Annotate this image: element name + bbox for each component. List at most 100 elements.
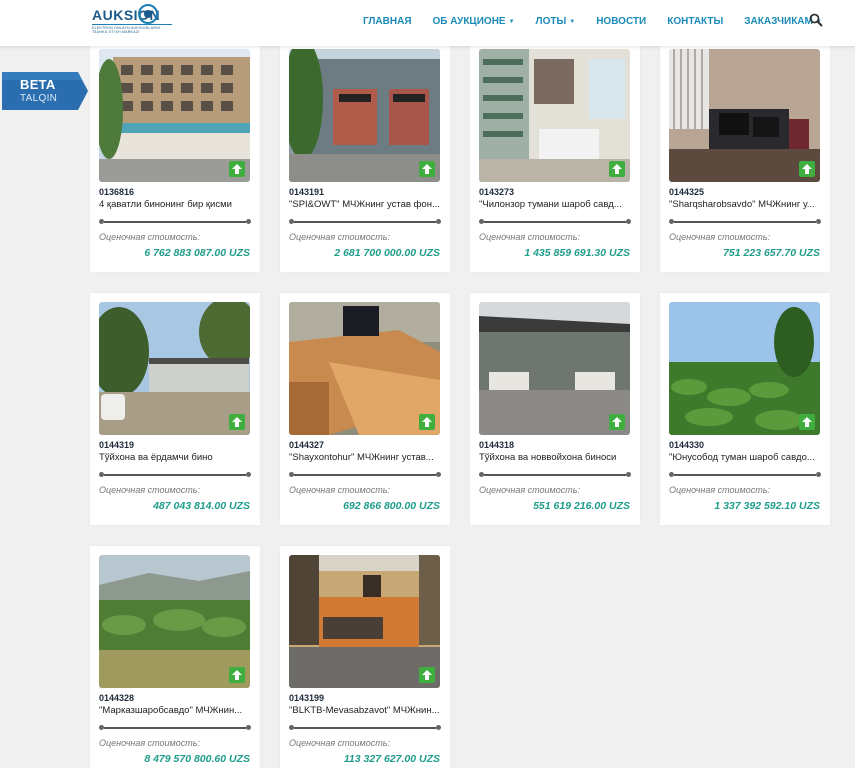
lot-divider: [669, 471, 821, 479]
lot-card[interactable]: 0144318 Тўйхона ва новвойхона биноси Оце…: [470, 293, 640, 525]
lot-price: 487 043 814.00 UZS: [153, 500, 250, 512]
nav-label: ГЛАВНАЯ: [363, 16, 412, 27]
estimate-label: Оценочная стоимость:: [289, 738, 390, 748]
lot-card[interactable]: 0143273 "Чилонзор тумани шароб савд... О…: [470, 40, 640, 272]
estimate-label: Оценочная стоимость:: [99, 485, 200, 495]
lot-price: 751 223 657.70 UZS: [723, 247, 820, 259]
lot-card[interactable]: 0144319 Тўйхона ва ёрдамчи бино Оценочна…: [90, 293, 260, 525]
lot-title[interactable]: "Чилонзор тумани шароб савд...: [479, 199, 631, 210]
site-header: AUKSION ELEKTRON ONLAYN AUKSIONLARNI TAS…: [0, 0, 855, 46]
lot-card[interactable]: 0144328 "Марказшаробсавдо" МЧЖнин... Оце…: [90, 546, 260, 768]
lot-photo[interactable]: [289, 302, 440, 435]
lot-title[interactable]: "Sharqsharobsavdo" МЧЖнинг у...: [669, 199, 821, 210]
logo-globe-icon: [138, 4, 158, 24]
lot-divider: [99, 724, 251, 732]
estimate-label: Оценочная стоимость:: [479, 232, 580, 242]
arrow-up-icon: [419, 161, 435, 177]
lot-divider: [289, 471, 441, 479]
lot-photo[interactable]: [99, 555, 250, 688]
lot-price: 1 435 859 691.30 UZS: [524, 247, 630, 259]
chevron-down-icon: ▼: [508, 18, 515, 25]
lot-photo[interactable]: [289, 555, 440, 688]
lot-divider: [479, 471, 631, 479]
arrow-up-icon: [609, 161, 625, 177]
lot-price: 113 327 627.00 UZS: [343, 753, 440, 765]
lot-price: 8 479 570 800.60 UZS: [144, 753, 250, 765]
nav-item-about[interactable]: ОБ АУКЦИОНЕ ▼: [433, 16, 515, 27]
lot-title[interactable]: "Юнусобод туман шароб савдо...: [669, 452, 821, 463]
nav-label: НОВОСТИ: [596, 16, 647, 27]
beta-badge[interactable]: BETA TALQIN: [2, 72, 88, 110]
arrow-up-icon: [229, 667, 245, 683]
lot-divider: [669, 218, 821, 226]
lot-price: 2 681 700 000.00 UZS: [334, 247, 440, 259]
arrow-up-icon: [229, 414, 245, 430]
lot-price: 692 866 800.00 UZS: [343, 500, 440, 512]
beta-subtitle: TALQIN: [20, 93, 58, 104]
nav-item-lots[interactable]: ЛОТЫ ▼: [536, 16, 576, 27]
lot-card[interactable]: 0144325 "Sharqsharobsavdo" МЧЖнинг у... …: [660, 40, 830, 272]
lot-title[interactable]: 4 қаватли бинонинг бир қисми: [99, 199, 251, 210]
lot-divider: [479, 218, 631, 226]
lot-card[interactable]: 0143199 "BLKTB-Mevasabzavot" МЧЖнин... О…: [280, 546, 450, 768]
nav-item-news[interactable]: НОВОСТИ: [596, 16, 646, 27]
lot-title[interactable]: "Shayxontohur" МЧЖнинг устав...: [289, 452, 441, 463]
lot-title[interactable]: Тўйхона ва ёрдамчи бино: [99, 452, 251, 463]
lot-photo[interactable]: [669, 302, 820, 435]
estimate-label: Оценочная стоимость:: [99, 232, 200, 242]
arrow-up-icon: [419, 414, 435, 430]
lot-price: 551 619 216.00 UZS: [533, 500, 630, 512]
lot-code: 0144318: [479, 440, 515, 450]
site-logo[interactable]: AUKSION ELEKTRON ONLAYN AUKSIONLARNI TAS…: [92, 4, 174, 42]
estimate-label: Оценочная стоимость:: [289, 485, 390, 495]
nav-item-home[interactable]: ГЛАВНАЯ: [363, 16, 412, 27]
lot-divider: [99, 218, 251, 226]
lot-photo[interactable]: [479, 49, 630, 182]
lot-code: 0144327: [289, 440, 325, 450]
nav-label: ЗАКАЗЧИКАМ: [744, 16, 813, 27]
lot-divider: [289, 218, 441, 226]
nav-item-contacts[interactable]: КОНТАКТЫ: [667, 16, 723, 27]
estimate-label: Оценочная стоимость:: [669, 232, 770, 242]
lot-code: 0143273: [479, 187, 515, 197]
lot-title[interactable]: Тўйхона ва новвойхона биноси: [479, 452, 631, 463]
lot-card[interactable]: 0144327 "Shayxontohur" МЧЖнинг устав... …: [280, 293, 450, 525]
estimate-label: Оценочная стоимость:: [289, 232, 390, 242]
lot-title[interactable]: "BLKTB-Mevasabzavot" МЧЖнин...: [289, 705, 441, 716]
lot-code: 0144328: [99, 693, 135, 703]
lot-code: 0144319: [99, 440, 135, 450]
lot-card[interactable]: 0136816 4 қаватли бинонинг бир қисми Оце…: [90, 40, 260, 272]
beta-title: BETA: [20, 77, 56, 92]
logo-divider: [92, 24, 172, 25]
lot-card[interactable]: 0143191 "SPI&OWT" МЧЖнинг устав фон... О…: [280, 40, 450, 272]
lot-photo[interactable]: [479, 302, 630, 435]
arrow-up-icon: [229, 161, 245, 177]
estimate-label: Оценочная стоимость:: [99, 738, 200, 748]
arrow-up-icon: [419, 667, 435, 683]
nav-label: КОНТАКТЫ: [667, 16, 724, 27]
lot-code: 0143191: [289, 187, 325, 197]
lot-photo[interactable]: [99, 49, 250, 182]
arrow-up-icon: [799, 161, 815, 177]
logo-subtitle: ELEKTRON ONLAYN AUKSIONLARNI TASHKIL ETI…: [92, 26, 161, 35]
estimate-label: Оценочная стоимость:: [479, 485, 580, 495]
lot-price: 6 762 883 087.00 UZS: [144, 247, 250, 259]
estimate-label: Оценочная стоимость:: [669, 485, 770, 495]
lot-code: 0144330: [669, 440, 705, 450]
search-icon[interactable]: [809, 13, 823, 27]
lot-code: 0143199: [289, 693, 325, 703]
nav-label: ОБ АУКЦИОНЕ: [432, 16, 506, 27]
lot-title[interactable]: "SPI&OWT" МЧЖнинг устав фон...: [289, 199, 441, 210]
arrow-up-icon: [799, 414, 815, 430]
lot-divider: [289, 724, 441, 732]
lot-photo[interactable]: [99, 302, 250, 435]
lot-title[interactable]: "Марказшаробсавдо" МЧЖнин...: [99, 705, 251, 716]
lot-photo[interactable]: [289, 49, 440, 182]
lot-photo[interactable]: [669, 49, 820, 182]
lot-code: 0136816: [99, 187, 135, 197]
lot-card[interactable]: 0144330 "Юнусобод туман шароб савдо... О…: [660, 293, 830, 525]
lot-price: 1 337 392 592.10 UZS: [714, 500, 820, 512]
lot-code: 0144325: [669, 187, 705, 197]
nav-label: ЛОТЫ: [535, 16, 567, 27]
chevron-down-icon: ▼: [569, 18, 576, 25]
